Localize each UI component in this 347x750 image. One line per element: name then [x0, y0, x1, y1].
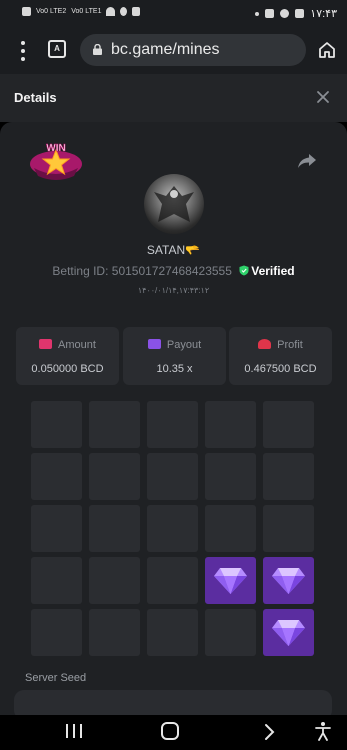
sim-icon	[22, 7, 31, 16]
mine-tile[interactable]	[89, 453, 140, 500]
betting-id-row: Betting ID: 501501727468423555 Verified	[0, 264, 347, 278]
mute-icon	[132, 7, 141, 16]
tab-switcher-button[interactable]: A	[48, 40, 66, 58]
coins-icon	[39, 339, 53, 349]
bet-details-panel: WIN SATAN🫳 Betting ID: 50150172746842355…	[0, 122, 347, 720]
payout-card: Payout 10.35 x	[123, 327, 226, 385]
amount-value: 0.050000 BCD	[31, 363, 104, 375]
accessibility-icon[interactable]	[314, 721, 332, 741]
card-icon	[147, 339, 161, 349]
mine-tile[interactable]	[205, 453, 256, 500]
profit-label: Profit	[277, 339, 303, 351]
amount-card: Amount 0.050000 BCD	[16, 327, 119, 385]
mine-tile[interactable]	[31, 453, 82, 500]
amount-label: Amount	[58, 339, 96, 351]
mine-tile[interactable]	[147, 401, 198, 448]
mine-tile[interactable]	[89, 609, 140, 656]
profit-card: Profit 0.467500 BCD	[229, 327, 332, 385]
location-icon	[120, 7, 128, 16]
betting-id-label: Betting ID:	[52, 264, 109, 278]
win-badge: WIN	[30, 143, 82, 180]
profit-label-row: Profit	[229, 339, 332, 351]
avatar	[144, 174, 204, 234]
home-icon[interactable]	[318, 41, 336, 59]
telegram-icon	[280, 9, 290, 18]
mine-tile[interactable]	[89, 557, 140, 604]
mine-tile[interactable]	[205, 609, 256, 656]
mine-tile[interactable]	[147, 557, 198, 604]
signal-1-text: Vo0 LTE2	[36, 8, 67, 15]
mine-tile[interactable]	[263, 401, 314, 448]
details-header: Details	[0, 74, 347, 122]
mine-tile-gem[interactable]	[205, 557, 256, 604]
system-nav-bar	[0, 715, 347, 750]
mine-tile[interactable]	[147, 505, 198, 552]
mine-tile-gem[interactable]	[263, 609, 314, 656]
lock-icon	[93, 44, 102, 55]
notification-dot-icon	[255, 11, 260, 16]
mine-tile[interactable]	[147, 453, 198, 500]
win-badge-text: WIN	[46, 143, 65, 154]
more-menu-icon[interactable]	[18, 41, 28, 61]
status-left: Vo0 LTE2 Vo0 LTE1	[22, 7, 141, 16]
payout-value: 10.35 x	[156, 363, 193, 375]
payout-label: Payout	[166, 339, 202, 351]
profit-value: 0.467500 BCD	[244, 363, 317, 375]
share-icon[interactable]	[297, 152, 317, 170]
url-text: bc.game/mines	[111, 41, 220, 58]
verified-label: Verified	[251, 264, 295, 278]
amount-label-row: Amount	[16, 339, 119, 351]
mine-tile[interactable]	[31, 401, 82, 448]
mine-tile[interactable]	[31, 557, 82, 604]
mine-tile[interactable]	[89, 505, 140, 552]
address-bar[interactable]: bc.game/mines	[80, 34, 306, 66]
verified-shield-icon	[239, 265, 249, 276]
mine-tile[interactable]	[31, 505, 82, 552]
mines-grid	[31, 401, 315, 656]
signal-2-text: Vo0 LTE1	[71, 8, 102, 15]
cash-icon	[258, 339, 272, 349]
gallery-icon	[295, 9, 305, 18]
gem-icon	[272, 568, 305, 594]
message-icon	[265, 9, 275, 18]
mine-tile[interactable]	[31, 609, 82, 656]
mine-tile[interactable]	[263, 505, 314, 552]
username: SATAN🫳	[146, 243, 201, 257]
back-icon[interactable]	[262, 723, 276, 741]
gem-icon	[272, 620, 305, 646]
home-nav-icon[interactable]	[161, 722, 179, 740]
status-bar: Vo0 LTE2 Vo0 LTE1 ۱۷:۴۳	[0, 0, 347, 28]
payout-label-row: Payout	[123, 339, 226, 351]
wifi-icon	[106, 7, 116, 16]
status-right: ۱۷:۴۳	[255, 7, 337, 20]
close-icon[interactable]	[316, 90, 330, 104]
mine-tile[interactable]	[205, 401, 256, 448]
gem-icon	[214, 568, 247, 594]
page-title: Details	[14, 90, 57, 105]
bet-timestamp: ۱۴۰۰/۰۱/۱۴,۱۷:۴۳:۱۲	[137, 286, 210, 295]
mine-tile[interactable]	[205, 505, 256, 552]
recents-icon[interactable]	[66, 724, 82, 738]
server-seed-label: Server Seed	[25, 672, 87, 684]
mine-tile[interactable]	[147, 609, 198, 656]
avatar-figure	[154, 186, 194, 222]
mine-tile[interactable]	[263, 453, 314, 500]
betting-id-value: 501501727468423555	[111, 264, 232, 278]
mine-tile[interactable]	[89, 401, 140, 448]
browser-toolbar: A bc.game/mines	[0, 28, 347, 74]
clock: ۱۷:۴۳	[310, 8, 337, 20]
mine-tile-gem[interactable]	[263, 557, 314, 604]
